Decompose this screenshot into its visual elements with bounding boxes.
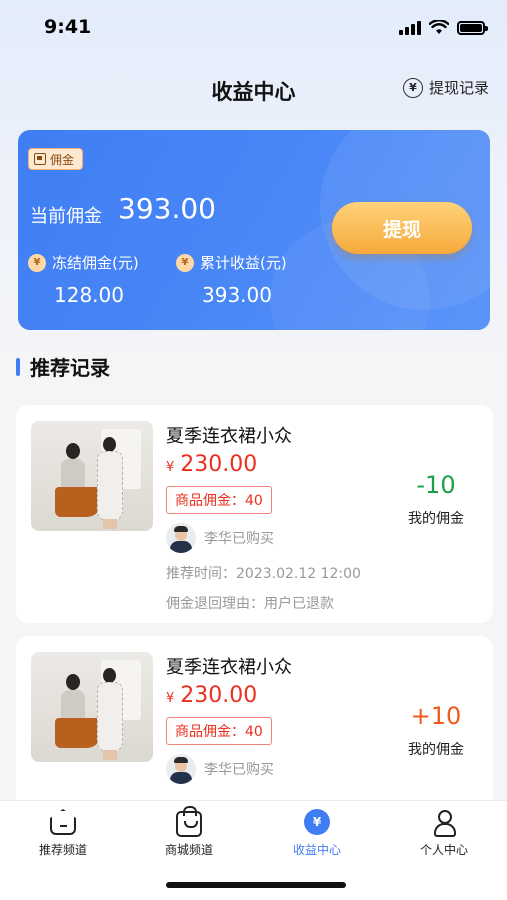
withdraw-record-label: 提现记录 (428, 79, 489, 97)
cellular-signal-icon (399, 20, 421, 35)
withdraw-record-link[interactable]: ¥ 提现记录 (402, 77, 489, 98)
product-name: 夏季连衣裙小众 (166, 657, 292, 678)
commission-badge: 佣金 (28, 148, 84, 170)
current-commission-value: 393.00 (118, 192, 216, 225)
bookmark-icon (34, 153, 46, 165)
yen-coin-icon: ¥ (304, 809, 330, 835)
price-value: 230.00 (180, 683, 258, 708)
product-name: 夏季连衣裙小众 (166, 426, 292, 447)
tab-recommend[interactable]: 推荐频道 (0, 809, 126, 858)
product-commission-tag: 商品佣金：40 (166, 486, 272, 514)
buyer-info: 李华已购买 (166, 523, 274, 553)
buyer-info: 李华已购买 (166, 754, 274, 784)
my-commission-label: 我的佣金 (408, 511, 464, 527)
yen-coin-icon: ¥ (176, 253, 194, 272)
tab-mall[interactable]: 商城频道 (126, 806, 252, 858)
product-price: ¥ 230.00 (166, 452, 257, 477)
frozen-commission-value: 128.00 (54, 283, 124, 307)
total-earnings-stat: ¥ 累计收益(元) 393.00 (176, 252, 287, 307)
product-image (31, 652, 153, 762)
price-value: 230.00 (180, 452, 258, 477)
frozen-commission-stat: ¥ 冻结佣金(元) 128.00 (28, 252, 139, 307)
my-commission-label: 我的佣金 (408, 742, 464, 758)
status-bar: 9:41 (0, 0, 507, 58)
product-commission-tag: 商品佣金：40 (166, 717, 272, 745)
commission-delta: +10 (410, 702, 462, 730)
total-earnings-value: 393.00 (202, 283, 272, 307)
total-earnings-label: 累计收益(元) (200, 254, 287, 272)
withdraw-button[interactable]: 提现 (332, 202, 472, 254)
avatar (166, 754, 196, 784)
tab-label: 推荐频道 (38, 843, 87, 857)
commission-card: 佣金 当前佣金 393.00 ¥ 冻结佣金(元) 128.00 ¥ 累计收益(元… (18, 130, 490, 330)
status-icons (399, 20, 488, 35)
current-commission-label: 当前佣金 (30, 206, 102, 227)
product-price: ¥ 230.00 (166, 683, 257, 708)
tab-earnings[interactable]: ¥ 收益中心 (254, 809, 380, 858)
currency-symbol: ¥ (166, 460, 175, 475)
section-title: 推荐记录 (16, 352, 110, 381)
tab-label: 个人中心 (419, 843, 468, 857)
status-time: 9:41 (44, 16, 92, 38)
frozen-commission-label: 冻结佣金(元) (52, 254, 139, 272)
tab-label: 收益中心 (292, 843, 341, 857)
wifi-icon (429, 20, 449, 34)
section-accent-bar (16, 357, 20, 376)
section-title-text: 推荐记录 (30, 356, 110, 380)
user-icon (431, 809, 457, 837)
page-header: 收益中心 ¥ 提现记录 (0, 64, 507, 114)
tab-label: 商城频道 (164, 843, 213, 857)
currency-symbol: ¥ (166, 691, 175, 706)
buyer-text: 李华已购买 (204, 762, 274, 778)
commission-delta: -10 (416, 471, 456, 499)
yen-circle-icon: ¥ (402, 77, 423, 98)
battery-icon (457, 20, 488, 35)
tab-profile[interactable]: 个人中心 (381, 809, 507, 858)
recommend-record-card[interactable]: 夏季连衣裙小众 ¥ 230.00 商品佣金：40 李华已购买 推荐时间：2023… (16, 405, 493, 623)
home-icon (50, 809, 76, 835)
avatar (166, 523, 196, 553)
commission-badge-label: 佣金 (50, 152, 75, 167)
product-image (31, 421, 153, 531)
shopping-bag-icon (176, 806, 202, 837)
yen-coin-icon: ¥ (28, 253, 46, 272)
buyer-text: 李华已购买 (204, 531, 274, 547)
recommend-time: 推荐时间：2023.02.12 12:00 (166, 566, 361, 582)
home-indicator[interactable] (166, 882, 346, 888)
refund-reason: 佣金退回理由：用户已退款 (166, 596, 334, 612)
